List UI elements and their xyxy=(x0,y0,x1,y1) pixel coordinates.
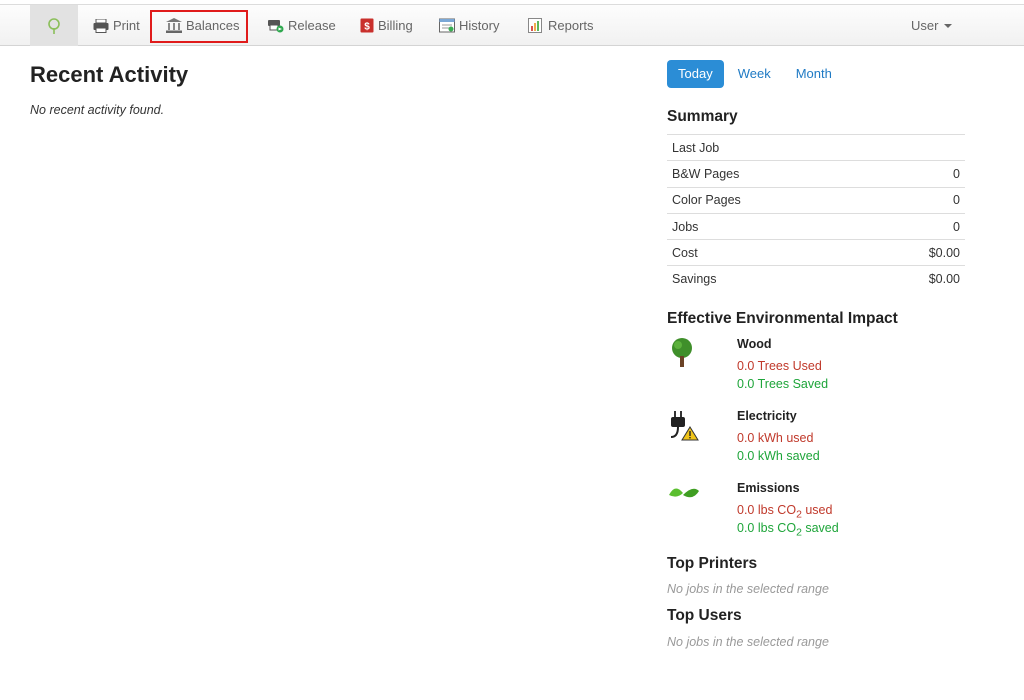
page-title: Recent Activity xyxy=(30,62,189,87)
summary-value: $0.00 xyxy=(862,265,965,293)
billing-icon: $ xyxy=(360,18,374,33)
nav-print-label: Print xyxy=(113,18,140,33)
top-printers-heading: Top Printers xyxy=(667,555,758,572)
table-row: B&W Pages 0 xyxy=(667,160,965,188)
summary-value: 0 xyxy=(862,212,965,240)
summary-label: Savings xyxy=(667,265,863,293)
summary-value: $0.00 xyxy=(862,239,965,266)
table-row: Jobs 0 xyxy=(667,212,965,240)
summary-table: Last Job B&W Pages 0 Color Pages 0 Jobs … xyxy=(667,133,965,293)
summary-value: 0 xyxy=(862,160,965,188)
emissions-saved-prefix: 0.0 lbs CO xyxy=(737,521,797,535)
summary-label: Color Pages xyxy=(667,186,863,214)
user-menu[interactable]: User xyxy=(911,5,953,46)
wood-title: Wood xyxy=(737,337,772,351)
summary-heading: Summary xyxy=(667,108,738,125)
summary-label: B&W Pages xyxy=(667,160,863,188)
tab-week[interactable]: Week xyxy=(727,60,782,88)
nav-reports[interactable]: Reports xyxy=(528,5,594,46)
top-users-heading: Top Users xyxy=(667,607,742,624)
table-row: Savings $0.00 xyxy=(667,265,965,293)
svg-text:$: $ xyxy=(364,22,370,33)
table-row: Cost $0.00 xyxy=(667,239,965,266)
nav-billing[interactable]: $ Billing xyxy=(360,5,413,46)
nav-history[interactable]: History xyxy=(439,5,499,46)
emissions-saved: 0.0 lbs CO2 saved xyxy=(737,521,839,539)
reports-icon xyxy=(528,18,542,33)
power-plug-warning-icon xyxy=(670,411,699,441)
impact-emissions: Emissions 0.0 lbs CO2 used 0.0 lbs CO2 s… xyxy=(667,481,967,541)
nav-print[interactable]: Print xyxy=(93,5,140,46)
emissions-title: Emissions xyxy=(737,481,800,495)
recent-activity-empty-message: No recent activity found. xyxy=(30,103,165,117)
nav-balances[interactable]: Balances xyxy=(166,5,239,46)
nav-reports-label: Reports xyxy=(548,18,594,33)
user-menu-label: User xyxy=(911,18,939,33)
tab-today[interactable]: Today xyxy=(667,60,724,88)
leaf-icon xyxy=(669,488,699,498)
release-icon xyxy=(268,20,284,33)
table-row: Last Job xyxy=(667,133,965,161)
emissions-used-prefix: 0.0 lbs CO xyxy=(737,503,797,517)
nav-release-label: Release xyxy=(288,18,336,33)
impact-electricity: Electricity 0.0 kWh used 0.0 kWh saved xyxy=(667,409,967,469)
emissions-used: 0.0 lbs CO2 used xyxy=(737,503,832,521)
tree-icon xyxy=(672,338,692,367)
emissions-saved-suffix: saved xyxy=(801,521,839,535)
top-printers-empty: No jobs in the selected range xyxy=(667,582,829,596)
nav-history-label: History xyxy=(459,18,500,33)
top-users-empty: No jobs in the selected range xyxy=(667,635,829,649)
bank-icon xyxy=(166,18,182,33)
nav-balances-label: Balances xyxy=(186,18,240,33)
summary-value xyxy=(862,133,965,161)
top-navbar: Print Balances Release $ Billing History… xyxy=(0,4,1024,46)
impact-wood: Wood 0.0 Trees Used 0.0 Trees Saved xyxy=(667,337,967,397)
summary-value: 0 xyxy=(862,186,965,214)
home-tree-icon[interactable] xyxy=(30,5,78,46)
electricity-saved: 0.0 kWh saved xyxy=(737,449,820,463)
summary-label: Cost xyxy=(667,239,863,266)
table-row: Color Pages 0 xyxy=(667,186,965,214)
summary-label: Jobs xyxy=(667,212,863,240)
tab-month[interactable]: Month xyxy=(785,60,843,88)
summary-label: Last Job xyxy=(667,133,863,161)
environmental-impact-heading: Effective Environmental Impact xyxy=(667,310,898,327)
wood-saved: 0.0 Trees Saved xyxy=(737,377,829,391)
nav-billing-label: Billing xyxy=(378,18,413,33)
date-range-tabs: Today Week Month xyxy=(667,60,846,88)
electricity-used: 0.0 kWh used xyxy=(737,431,814,445)
printer-icon xyxy=(93,18,109,33)
nav-release[interactable]: Release xyxy=(267,5,336,46)
wood-used: 0.0 Trees Used xyxy=(737,359,822,373)
electricity-title: Electricity xyxy=(737,409,797,423)
emissions-used-suffix: used xyxy=(801,503,833,517)
caret-down-icon xyxy=(944,23,953,28)
history-icon xyxy=(439,18,455,33)
